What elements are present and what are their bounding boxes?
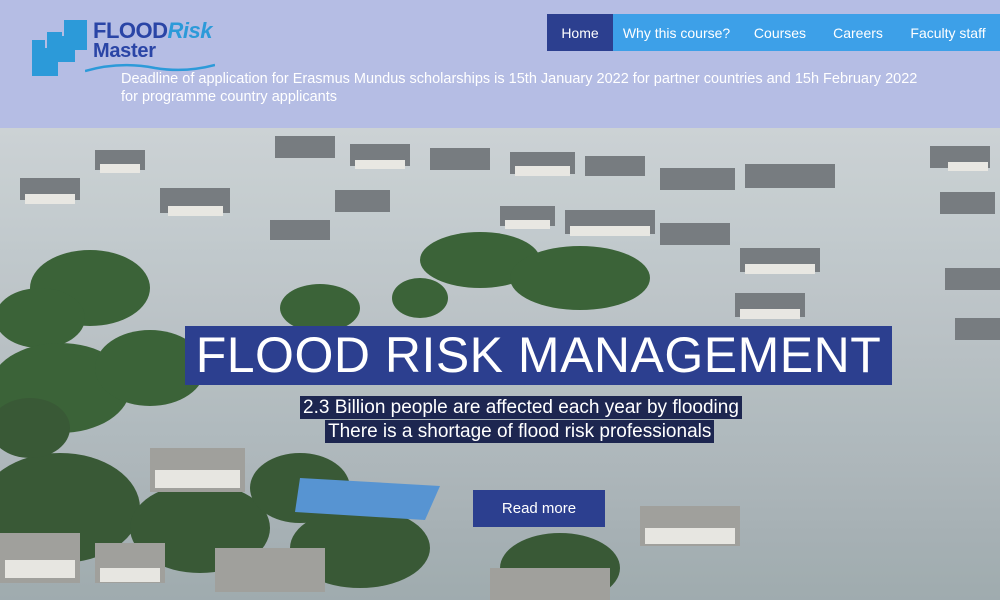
hero-title: FLOOD RISK MANAGEMENT (185, 326, 892, 385)
read-more-button[interactable]: Read more (473, 490, 605, 527)
nav-why-this-course[interactable]: Why this course? (613, 14, 740, 51)
nav-careers[interactable]: Careers (820, 14, 896, 51)
hero-shortage-line: There is a shortage of flood risk profes… (325, 420, 715, 443)
nav-home[interactable]: Home (547, 14, 613, 51)
logo-subtitle: Master (93, 40, 156, 62)
main-nav: Home Why this course? Courses Careers Fa… (547, 14, 1000, 51)
site-header: FLOODRisk Master Home Why this course? C… (0, 0, 1000, 128)
nav-faculty-staff[interactable]: Faculty staff (896, 14, 1000, 51)
nav-courses[interactable]: Courses (740, 14, 820, 51)
scholarship-deadline-notice: Deadline of application for Erasmus Mund… (121, 71, 918, 105)
hero-section: FLOOD RISK MANAGEMENT 2.3 Billion people… (0, 128, 1000, 600)
hero-stat-line: 2.3 Billion people are affected each yea… (300, 396, 742, 419)
logo-stairs-icon (32, 20, 87, 76)
